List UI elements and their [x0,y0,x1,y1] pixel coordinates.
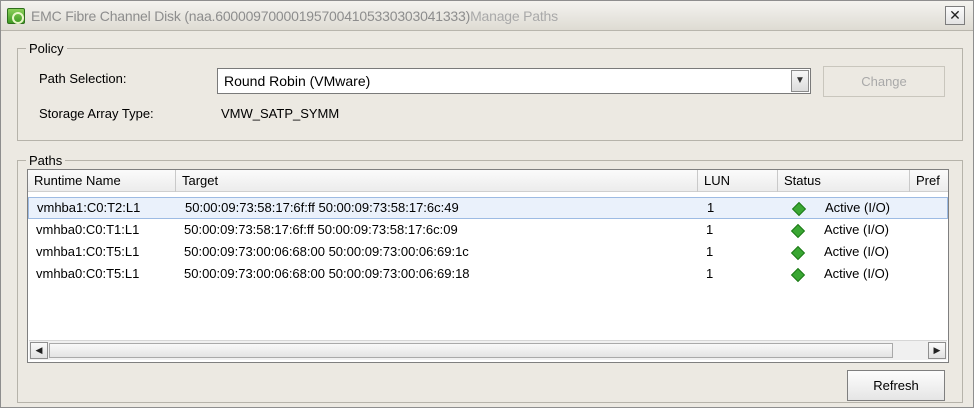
paths-legend: Paths [29,153,63,168]
window-title-suffix: Manage Paths [470,8,558,24]
table-row[interactable]: vmhba0:C0:T5:L1 50:00:09:73:00:06:68:00 … [28,264,948,286]
close-icon: ✕ [949,7,961,23]
path-selection-value: Round Robin (VMware) [224,73,371,89]
lun-cell: 1 [707,200,715,215]
window-title-main: EMC Fibre Channel Disk (naa.600009700001… [31,8,471,24]
lun-cell: 1 [706,244,714,259]
target-cell: 50:00:09:73:58:17:6f:ff 50:00:09:73:58:1… [185,200,459,215]
column-header-pref[interactable]: Pref [910,170,948,192]
column-header-runtime-name[interactable]: Runtime Name [28,170,176,192]
green-diamond-icon [791,201,807,217]
scrollbar-thumb[interactable] [49,343,893,358]
manage-paths-window: EMC Fibre Channel Disk (naa.600009700001… [0,0,974,408]
status-cell: Active (I/O) [824,266,890,281]
horizontal-scrollbar[interactable]: ◀ ▶ [29,340,947,360]
column-header-status[interactable]: Status [778,170,910,192]
window-title: EMC Fibre Channel Disk (naa.600009700001… [31,8,558,24]
storage-array-type-label: Storage Array Type: [39,106,154,121]
paths-table: Runtime Name Target LUN Status Pref vmhb… [27,169,949,363]
chevron-down-icon[interactable]: ▼ [791,70,809,92]
path-selection-label: Path Selection: [39,71,127,86]
status-cell: Active (I/O) [825,200,891,215]
table-row[interactable]: vmhba0:C0:T1:L1 50:00:09:73:58:17:6f:ff … [28,220,948,242]
column-header-lun[interactable]: LUN [698,170,778,192]
status-cell: Active (I/O) [824,222,890,237]
emc-disk-icon [7,8,25,24]
arrow-left-icon[interactable]: ◀ [30,342,48,359]
table-row[interactable]: vmhba1:C0:T5:L1 50:00:09:73:00:06:68:00 … [28,242,948,264]
lun-cell: 1 [706,222,714,237]
change-button[interactable]: Change [823,66,945,97]
close-button[interactable]: ✕ [945,6,965,25]
target-cell: 50:00:09:73:00:06:68:00 50:00:09:73:00:0… [184,266,470,281]
policy-legend: Policy [29,41,64,56]
green-diamond-icon [790,267,806,283]
runtime-name-cell: vmhba1:C0:T2:L1 [37,200,141,215]
target-cell: 50:00:09:73:58:17:6f:ff 50:00:09:73:58:1… [184,222,458,237]
green-diamond-icon [790,223,806,239]
refresh-button[interactable]: Refresh [847,370,945,401]
runtime-name-cell: vmhba1:C0:T5:L1 [36,244,140,259]
lun-cell: 1 [706,266,714,281]
runtime-name-cell: vmhba0:C0:T1:L1 [36,222,140,237]
column-header-target[interactable]: Target [176,170,698,192]
table-row[interactable]: vmhba1:C0:T2:L1 50:00:09:73:58:17:6f:ff … [28,197,948,219]
path-selection-dropdown[interactable]: Round Robin (VMware) ▼ [217,68,811,94]
title-bar: EMC Fibre Channel Disk (naa.600009700001… [1,1,973,31]
arrow-right-icon[interactable]: ▶ [928,342,946,359]
storage-array-type-value: VMW_SATP_SYMM [221,106,340,121]
table-header: Runtime Name Target LUN Status Pref [28,170,948,192]
runtime-name-cell: vmhba0:C0:T5:L1 [36,266,140,281]
green-diamond-icon [790,245,806,261]
status-cell: Active (I/O) [824,244,890,259]
target-cell: 50:00:09:73:00:06:68:00 50:00:09:73:00:0… [184,244,469,259]
